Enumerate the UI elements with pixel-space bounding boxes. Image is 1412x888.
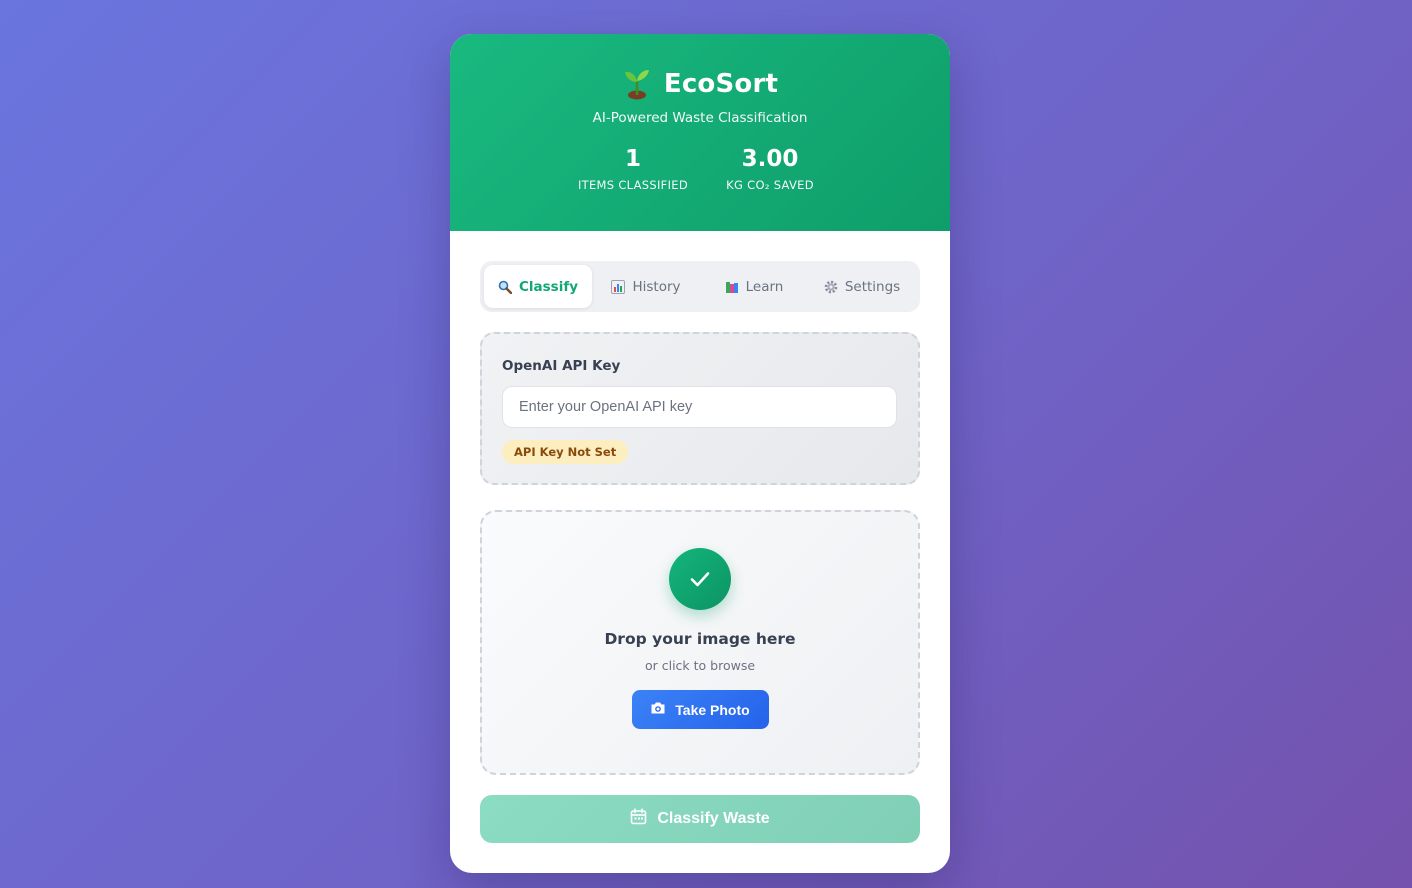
tab-bar: Classify History Learn Settings [480, 261, 920, 312]
bar-chart-icon [611, 279, 626, 294]
stats-row: 1 ITEMS CLASSIFIED 3.00 KG CO₂ SAVED [450, 146, 950, 192]
tab-learn[interactable]: Learn [700, 265, 808, 308]
tab-label: History [632, 278, 681, 295]
stat-value: 3.00 [741, 146, 799, 172]
app-header: EcoSort AI-Powered Waste Classification … [450, 34, 950, 231]
books-icon [725, 280, 739, 294]
drop-title: Drop your image here [604, 630, 796, 648]
stat-items-classified: 1 ITEMS CLASSIFIED [578, 146, 688, 192]
tab-settings[interactable]: Settings [808, 265, 916, 308]
brand: EcoSort [450, 68, 950, 100]
tab-label: Classify [518, 278, 579, 295]
camera-icon [650, 701, 666, 718]
seedling-icon [622, 68, 652, 100]
calendar-icon [630, 808, 647, 830]
tab-label: Learn [745, 278, 784, 295]
api-key-section: OpenAI API Key API Key Not Set [480, 332, 920, 485]
classify-waste-button[interactable]: Classify Waste [480, 795, 920, 843]
image-drop-zone[interactable]: Drop your image here or click to browse … [480, 510, 920, 775]
take-photo-label: Take Photo [675, 701, 750, 718]
magnifier-icon [498, 280, 513, 294]
gear-icon [824, 280, 838, 294]
stat-label: KG CO₂ SAVED [726, 178, 814, 192]
stat-co2-saved: 3.00 KG CO₂ SAVED [718, 146, 822, 192]
classify-waste-label: Classify Waste [657, 810, 770, 827]
stat-value: 1 [624, 146, 641, 172]
app-title: EcoSort [663, 69, 779, 99]
app-subtitle: AI-Powered Waste Classification [592, 110, 808, 126]
api-status-badge: API Key Not Set [502, 440, 629, 464]
api-key-label: OpenAI API Key [502, 358, 621, 374]
stat-label: ITEMS CLASSIFIED [577, 178, 689, 192]
tab-classify[interactable]: Classify [484, 265, 592, 308]
tab-history[interactable]: History [592, 265, 700, 308]
check-icon [669, 548, 731, 610]
api-key-input[interactable] [502, 386, 897, 428]
tab-label: Settings [844, 278, 901, 295]
drop-subtitle: or click to browse [644, 658, 756, 673]
take-photo-button[interactable]: Take Photo [631, 690, 769, 729]
app-card: EcoSort AI-Powered Waste Classification … [450, 34, 950, 873]
